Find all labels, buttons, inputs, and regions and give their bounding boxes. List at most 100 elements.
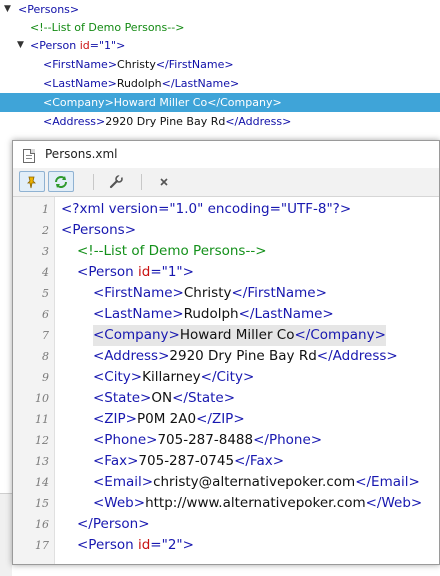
code-token: </State> <box>172 390 235 406</box>
end-tag-name: FirstName <box>168 58 225 71</box>
code-token: </ZIP> <box>196 411 245 427</box>
code-line[interactable]: 6 <LastName>Rudolph</LastName> <box>13 304 439 325</box>
wrench-icon <box>109 174 123 189</box>
code-token: <ZIP> <box>93 411 137 427</box>
close-button[interactable] <box>151 171 177 192</box>
toolbar-separator <box>141 174 142 190</box>
code-token: http://www.alternativepoker.com <box>145 495 366 511</box>
code-token: ON <box>151 390 173 406</box>
attribute-name: id <box>79 39 90 52</box>
line-number: 13 <box>35 455 49 468</box>
refresh-icon <box>55 175 67 188</box>
code-text: <Person id="1"> <box>77 262 194 283</box>
code-token: > <box>182 537 194 553</box>
code-text: <Persons> <box>61 220 136 241</box>
code-line[interactable]: 14 <Email>christy@alternativepoker.com</E… <box>13 472 439 493</box>
tag-close-bracket: > <box>107 77 117 90</box>
tag-close-bracket: > <box>69 3 80 16</box>
tag-name: Address <box>52 115 97 128</box>
code-text: <?xml version="1.0" encoding="UTF-8"?> <box>61 199 351 220</box>
pin-icon <box>27 176 36 188</box>
code-line[interactable]: 15 <Web>http://www.alternativepoker.com</… <box>13 493 439 514</box>
code-token: Christy <box>183 285 232 301</box>
code-line[interactable]: 1 <?xml version="1.0" encoding="UTF-8"?> <box>13 199 439 220</box>
tag-name: Person <box>39 39 77 52</box>
expand-arrow-icon[interactable]: ▼ <box>4 0 11 19</box>
settings-button[interactable] <box>103 171 129 192</box>
code-token: </FirstName> <box>231 285 327 301</box>
xml-source-window[interactable]: Persons.xml 1 <?xml version="1.0" encodi… <box>12 140 440 565</box>
end-tag-name: LastName <box>174 77 230 90</box>
tree-node-address[interactable]: <Address>2920 Dry Pine Bay Rd</Address> <box>0 112 440 131</box>
end-tag-open: </ <box>155 58 169 71</box>
code-token: <Phone> <box>93 432 158 448</box>
refresh-button[interactable] <box>48 171 74 192</box>
code-line[interactable]: 8 <Address>2920 Dry Pine Bay Rd</Address> <box>13 346 439 367</box>
line-number: 7 <box>42 329 49 342</box>
end-tag-name: Company <box>220 96 273 109</box>
code-token: "1" <box>161 264 183 280</box>
code-token: > <box>124 222 137 238</box>
code-line[interactable]: 17 <Person id="2"> <box>13 535 439 556</box>
tree-node-lastname[interactable]: <LastName>Rudolph</LastName> <box>0 74 440 93</box>
code-line[interactable]: 9 <City>Killarney</City> <box>13 367 439 388</box>
code-editor[interactable]: 1 <?xml version="1.0" encoding="UTF-8"?> 2… <box>13 197 439 564</box>
element-text: Rudolph <box>116 77 162 90</box>
code-text: <Company>Howard Miller Co</Company> <box>93 325 386 346</box>
code-token: < <box>77 264 89 280</box>
tag-open-bracket: < <box>43 115 53 128</box>
code-token: </Web> <box>365 495 423 511</box>
tag-close-bracket: > <box>104 96 114 109</box>
code-token: 2920 Dry Pine Bay Rd <box>169 348 317 364</box>
attribute-value: "1" <box>98 39 117 52</box>
line-number: 17 <box>35 539 49 552</box>
editor-toolbar <box>13 168 439 197</box>
window-title: Persons.xml <box>45 147 118 161</box>
line-number: 5 <box>42 287 49 300</box>
code-line[interactable]: 5 <FirstName>Christy</FirstName> <box>13 283 439 304</box>
code-token: P0M 2A0 <box>137 411 197 427</box>
expand-arrow-icon[interactable]: ▼ <box>17 36 24 55</box>
code-line[interactable]: 2 <Persons> <box>13 220 439 241</box>
code-line[interactable]: 11 <ZIP>P0M 2A0</ZIP> <box>13 409 439 430</box>
tag-open-bracket: < <box>43 77 53 90</box>
toolbar-separator <box>93 174 94 190</box>
line-number: 16 <box>35 518 49 531</box>
code-token: <Company> <box>93 327 180 343</box>
line-number: 6 <box>42 308 49 321</box>
tree-node-comment[interactable]: <!--List of Demo Persons--> <box>0 18 440 37</box>
code-line[interactable]: 3 <!--List of Demo Persons--> <box>13 241 439 262</box>
code-line[interactable]: 16 </Person> <box>13 514 439 535</box>
line-number: 14 <box>35 476 49 489</box>
code-token: </Email> <box>355 474 420 490</box>
code-text: <Fax>705-287-0745</Fax> <box>93 451 284 472</box>
code-line[interactable]: 7 <Company>Howard Miller Co</Company> <box>13 325 439 346</box>
line-number: 8 <box>42 350 49 363</box>
line-number: 4 <box>42 266 49 279</box>
code-line[interactable]: 12 <Phone>705-287-8488</Phone> <box>13 430 439 451</box>
tree-node-company-selected[interactable]: <Company>Howard Miller Co</Company> <box>0 93 440 112</box>
tree-node-person[interactable]: ▼ <Person id="1"> <box>0 36 440 55</box>
comment-text: <!--List of Demo Persons--> <box>30 21 185 34</box>
code-line[interactable]: 13 <Fax>705-287-0745</Fax> <box>13 451 439 472</box>
code-text: <State>ON</State> <box>93 388 235 409</box>
code-token: <?xml version="1.0" encoding="UTF-8"?> <box>61 201 352 217</box>
line-number: 15 <box>35 497 49 510</box>
code-token: </LastName> <box>238 306 334 322</box>
window-titlebar[interactable]: Persons.xml <box>13 141 439 168</box>
code-token: "2" <box>161 537 183 553</box>
code-text: <LastName>Rudolph</LastName> <box>93 304 334 325</box>
end-tag-open: </ <box>207 96 221 109</box>
code-token: <Address> <box>93 348 170 364</box>
code-token: </Fax> <box>234 453 285 469</box>
tag-close-bracket: > <box>272 96 282 109</box>
code-token: <!--List of Demo Persons--> <box>77 243 267 259</box>
tag-open-bracket: < <box>43 96 53 109</box>
code-line[interactable]: 10 <State>ON</State> <box>13 388 439 409</box>
pin-button[interactable] <box>19 171 45 192</box>
code-text: <Address>2920 Dry Pine Bay Rd</Address> <box>93 346 398 367</box>
tree-node-persons[interactable]: ▼ <Persons> <box>0 0 440 19</box>
tree-node-firstname[interactable]: <FirstName>Christy</FirstName> <box>0 55 440 74</box>
code-token: id <box>137 537 151 553</box>
code-line[interactable]: 4 <Person id="1"> <box>13 262 439 283</box>
